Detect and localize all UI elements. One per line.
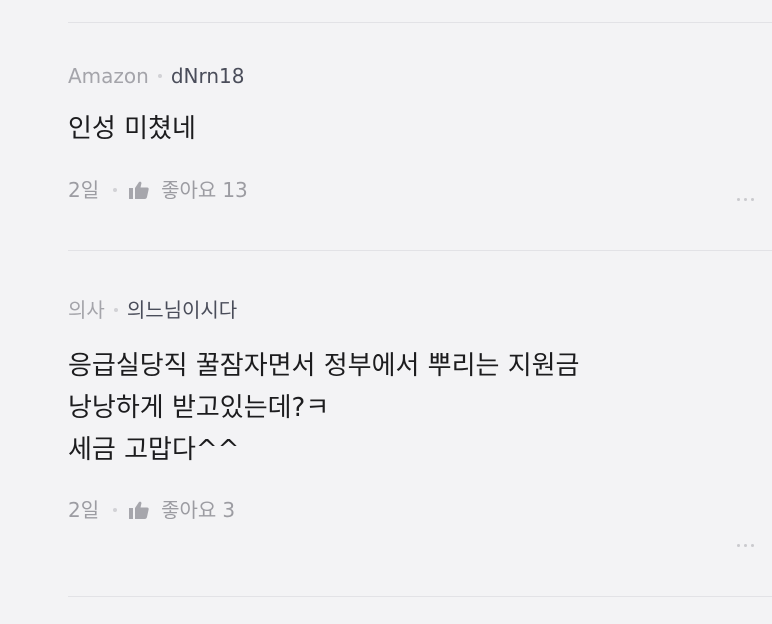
author-company: Amazon (68, 64, 149, 88)
separator-dot (113, 308, 118, 312)
separator-dot (113, 188, 118, 192)
author-nickname[interactable]: 의느님이시다 (127, 298, 237, 322)
comment-footer: 2일 좋아요 3 (68, 498, 772, 522)
more-dot (751, 198, 754, 201)
like-button-label[interactable]: 좋아요 (161, 498, 216, 522)
comment-time: 2일 (68, 178, 100, 202)
more-dot (751, 544, 754, 547)
comment-line: 응급실당직 꿀잠자면서 정부에서 뿌리는 지원금 (68, 351, 580, 381)
like-count: 13 (222, 178, 248, 202)
comment-item: 의사 의느님이시다 응급실당직 꿀잠자면서 정부에서 뿌리는 지원금 낭낭하게 … (68, 298, 772, 547)
divider-bottom (68, 596, 772, 597)
thumbs-up-icon[interactable] (129, 501, 149, 519)
more-dot (744, 544, 747, 547)
divider-top (68, 22, 772, 23)
more-options-button[interactable] (737, 198, 754, 201)
more-dot (737, 198, 740, 201)
like-button-label[interactable]: 좋아요 (161, 178, 216, 202)
comment-line: 낭낭하게 받고있는데?ㅋ (68, 393, 330, 423)
more-options-button[interactable] (737, 544, 754, 547)
separator-dot (113, 508, 118, 512)
comment-body: 응급실당직 꿀잠자면서 정부에서 뿌리는 지원금 낭낭하게 받고있는데?ㅋ 세금… (68, 352, 772, 464)
comment-item: Amazon dNrn18 인성 미쳤네 2일 좋아요 13 (68, 64, 772, 202)
comment-line: 세금 고맙다^^ (68, 435, 240, 465)
comment-footer: 2일 좋아요 13 (68, 178, 772, 202)
comment-line: 인성 미쳤네 (68, 114, 196, 144)
comment-body: 인성 미쳤네 (68, 115, 772, 143)
thumbs-up-icon[interactable] (129, 181, 149, 199)
comment-author: Amazon dNrn18 (68, 64, 772, 88)
more-dot (737, 544, 740, 547)
author-company: 의사 (68, 298, 105, 322)
divider-middle (68, 250, 772, 251)
comment-author: 의사 의느님이시다 (68, 298, 772, 322)
separator-dot (157, 74, 162, 78)
author-nickname[interactable]: dNrn18 (171, 64, 245, 88)
more-dot (744, 198, 747, 201)
like-count: 3 (222, 498, 236, 522)
comment-time: 2일 (68, 498, 100, 522)
